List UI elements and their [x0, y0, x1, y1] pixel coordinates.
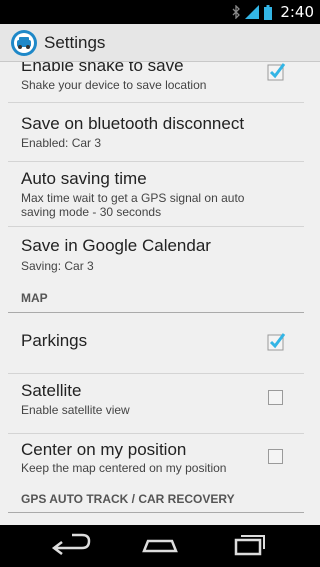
pref-title: Parkings: [21, 331, 88, 350]
bluetooth-icon: [232, 5, 241, 19]
signal-icon: [245, 5, 260, 19]
checkbox-checked-icon[interactable]: [265, 330, 287, 352]
pref-title: Center on my position: [21, 440, 187, 459]
pref-title: Save in Google Calendar: [21, 236, 211, 255]
pref-center-position[interactable]: Center on my position Keep the map cente…: [0, 434, 320, 486]
home-icon[interactable]: [130, 525, 190, 567]
action-bar: Settings: [0, 24, 320, 62]
category-map-title: MAP: [21, 291, 48, 305]
status-time: 2:40: [280, 3, 314, 21]
page-title: Settings: [44, 32, 106, 52]
pref-summary: Keep the map centered on my position: [21, 461, 227, 475]
pref-title: Save on bluetooth disconnect: [21, 114, 245, 133]
pref-title: Satellite: [21, 381, 82, 400]
checkbox-checked-icon[interactable]: [265, 62, 287, 82]
pref-google-calendar[interactable]: Save in Google Calendar Saving: Car 3: [0, 227, 320, 282]
pref-title: Enable shake to save: [21, 62, 184, 75]
pref-auto-saving-time[interactable]: Auto saving time Max time wait to get a …: [0, 162, 320, 226]
pref-bluetooth-disconnect[interactable]: Save on bluetooth disconnect Enabled: Ca…: [0, 103, 320, 161]
category-gps-title: GPS AUTO TRACK / CAR RECOVERY: [21, 492, 235, 506]
pref-summary: Enable satellite view: [21, 403, 130, 417]
pref-summary: Enabled: Car 3: [21, 136, 102, 150]
navigation-bar: [0, 525, 320, 567]
recent-apps-icon[interactable]: [220, 525, 280, 567]
pref-title: Auto saving time: [21, 169, 147, 188]
pref-parkings[interactable]: Parkings: [0, 313, 320, 373]
pref-summary-line-2: saving mode - 30 seconds: [21, 205, 162, 219]
pref-summary: Shake your device to save location: [21, 78, 207, 92]
pref-shake-to-save[interactable]: Enable shake to save Shake your device t…: [0, 62, 320, 102]
satellite-checkbox[interactable]: [268, 390, 283, 405]
pref-summary: Saving: Car 3: [21, 259, 94, 273]
battery-icon: [264, 4, 273, 20]
pref-satellite[interactable]: Satellite Enable satellite view: [0, 374, 320, 433]
back-icon[interactable]: [42, 525, 102, 567]
center-position-checkbox[interactable]: [268, 449, 283, 464]
settings-list[interactable]: Enable shake to save Shake your device t…: [0, 62, 320, 525]
category-divider: [8, 512, 304, 513]
car-app-icon[interactable]: [10, 29, 38, 57]
status-bar: 2:40: [0, 0, 320, 24]
